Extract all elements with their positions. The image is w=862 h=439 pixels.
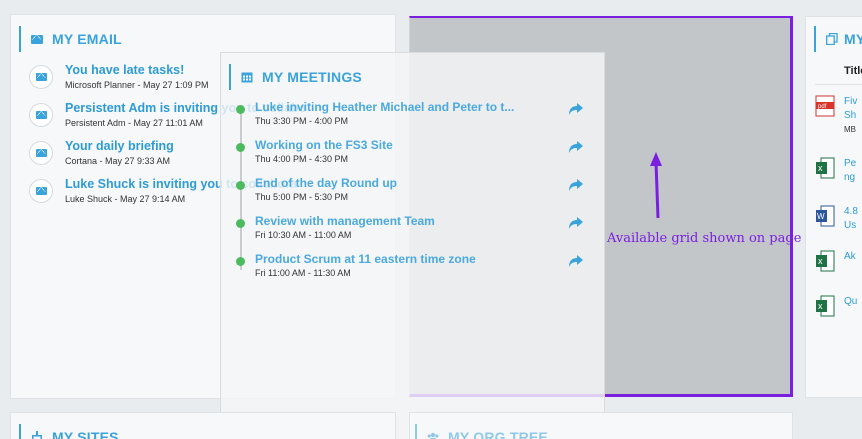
meeting-item[interactable]: Luke inviting Heather Michael and Peter … (236, 100, 596, 127)
share-icon[interactable] (568, 254, 584, 268)
envelope-icon (31, 33, 43, 45)
sitemap-icon (32, 431, 42, 439)
excel-file-icon: x (816, 250, 835, 272)
documents-header: MY (814, 26, 862, 52)
pdf-file-icon: pdf (815, 95, 835, 117)
email-subject[interactable]: You have late tasks! (65, 63, 209, 78)
timeline-dot (236, 219, 245, 228)
timeline-dot (236, 105, 245, 114)
email-meta: Microsoft Planner - May 27 1:09 PM (65, 80, 209, 90)
email-subject[interactable]: Your daily briefing (65, 139, 174, 154)
envelope-icon (29, 65, 53, 89)
orgtree-title: MY ORG TREE (448, 429, 548, 439)
document-row[interactable]: x Ak (815, 250, 856, 272)
share-icon[interactable] (568, 102, 584, 116)
document-name[interactable]: Qu (844, 295, 857, 309)
document-name[interactable]: Fiv (844, 95, 857, 109)
svg-text:x: x (818, 301, 823, 311)
document-name[interactable]: 4.8 (844, 205, 858, 219)
document-row[interactable]: x Pe ng (815, 157, 856, 185)
meeting-title[interactable]: Review with management Team (255, 214, 560, 229)
meetings-header: MY MEETINGS (229, 64, 362, 90)
svg-text:W: W (817, 212, 825, 221)
meeting-title[interactable]: End of the day Round up (255, 176, 560, 191)
share-icon[interactable] (568, 140, 584, 154)
excel-file-icon: x (816, 295, 835, 317)
svg-text:pdf: pdf (818, 104, 827, 110)
email-header: MY EMAIL (19, 26, 122, 52)
timeline-dot (236, 181, 245, 190)
meeting-item[interactable]: End of the day Round up Thu 5:00 PM - 5:… (236, 176, 596, 203)
meeting-item[interactable]: Product Scrum at 11 eastern time zone Fr… (236, 252, 596, 279)
meeting-item[interactable]: Review with management Team Fri 10:30 AM… (236, 214, 596, 241)
document-name[interactable]: Us (844, 219, 858, 233)
share-icon[interactable] (568, 178, 584, 192)
svg-text:x: x (818, 163, 823, 173)
arrow-up-icon (650, 152, 662, 219)
envelope-icon (29, 103, 53, 127)
meeting-time: Fri 10:30 AM - 11:00 AM (255, 230, 352, 240)
word-file-icon: W (816, 205, 835, 227)
meeting-title[interactable]: Working on the FS3 Site (255, 138, 560, 153)
excel-file-icon: x (816, 157, 835, 179)
sites-header: MY SITES (19, 424, 119, 439)
timeline-dot (236, 257, 245, 266)
share-icon[interactable] (568, 216, 584, 230)
envelope-icon (29, 141, 53, 165)
envelope-icon (29, 179, 53, 203)
meeting-time: Fri 11:00 AM - 11:30 AM (255, 268, 351, 278)
email-item[interactable]: Your daily briefing Cortana - May 27 9:3… (29, 139, 174, 168)
document-name[interactable]: Ak (844, 250, 856, 264)
users-icon (427, 432, 439, 439)
meeting-title[interactable]: Luke inviting Heather Michael and Peter … (255, 100, 515, 115)
document-row[interactable]: pdf Fiv Sh MB (815, 95, 857, 137)
document-name[interactable]: Pe (844, 157, 856, 171)
document-meta: MB (844, 125, 856, 134)
document-name[interactable]: ng (844, 171, 856, 185)
meetings-title: MY MEETINGS (262, 69, 362, 85)
meeting-item[interactable]: Working on the FS3 Site Thu 4:00 PM - 4:… (236, 138, 596, 165)
documents-column-header: Title (844, 65, 862, 77)
email-item[interactable]: You have late tasks! Microsoft Planner -… (29, 63, 209, 92)
document-row[interactable]: W 4.8 Us (815, 205, 858, 233)
meeting-time: Thu 3:30 PM - 4:00 PM (255, 116, 349, 126)
documents-header-divider (815, 84, 862, 85)
orgtree-header: MY ORG TREE (415, 424, 548, 439)
email-meta: Cortana - May 27 9:33 AM (65, 156, 171, 166)
meeting-title[interactable]: Product Scrum at 11 eastern time zone (255, 252, 560, 267)
svg-text:x: x (818, 256, 823, 266)
meeting-time: Thu 4:00 PM - 4:30 PM (255, 154, 349, 164)
documents-title: MY (844, 31, 862, 47)
document-name[interactable]: Sh (844, 109, 857, 123)
calendar-icon (241, 72, 253, 83)
copy-icon (826, 33, 838, 45)
sites-title: MY SITES (52, 429, 119, 439)
meeting-time: Thu 5:00 PM - 5:30 PM (255, 192, 349, 202)
grid-label: Available grid shown on page (607, 231, 802, 246)
timeline-dot (236, 143, 245, 152)
email-title: MY EMAIL (52, 31, 122, 47)
document-row[interactable]: x Qu (815, 295, 857, 317)
